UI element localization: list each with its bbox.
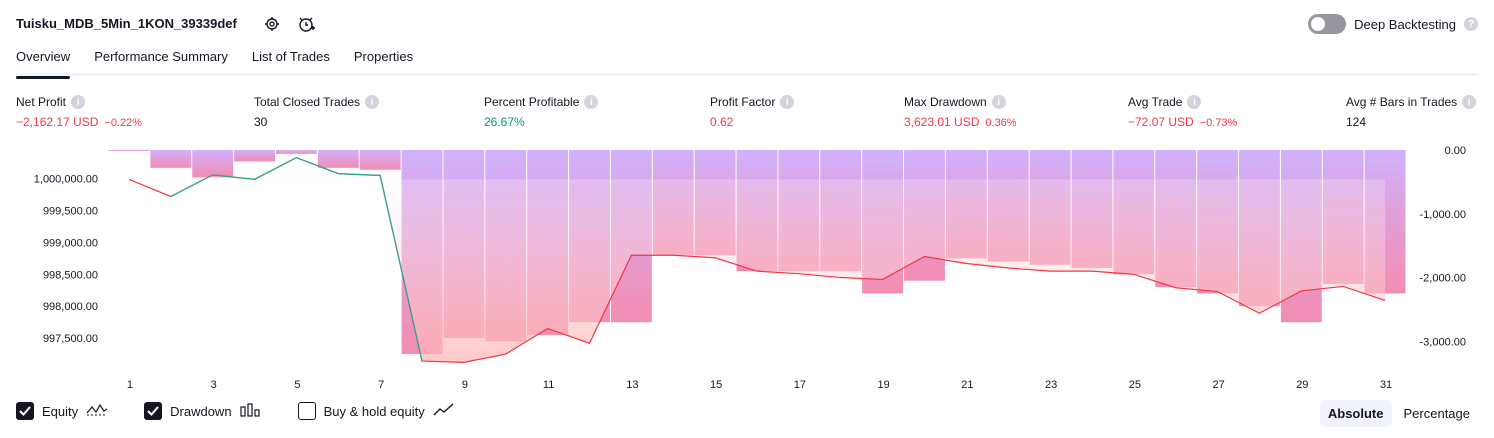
- equity-drawdown-chart: 1,000,000.00 999,500.00 999,000.00 998,500.…: [34, 145, 1466, 391]
- metric-subvalue: −0.73%: [1199, 117, 1238, 129]
- report-tabs: Overview Performance Summary List of Tra…: [16, 46, 1478, 79]
- deep-backtesting: Deep Backtesting ?: [1308, 14, 1478, 34]
- metric-value: 26.67%: [484, 115, 525, 129]
- x-axis-tick: 29: [1296, 379, 1308, 391]
- scale-mode-toggle: Absolute Percentage: [1319, 400, 1479, 427]
- equity-area: [128, 157, 1386, 363]
- info-icon[interactable]: i: [71, 95, 86, 109]
- tab-list-of-trades[interactable]: List of Trades: [252, 46, 330, 76]
- left-axis-tick: 997,500.00: [43, 333, 98, 345]
- x-axis-tick: 1: [127, 379, 133, 391]
- x-axis-tick: 3: [211, 379, 217, 391]
- metric-value: 3,623.01 USD: [904, 115, 980, 129]
- metric-subvalue: 0.36%: [985, 117, 1017, 129]
- x-axis-tick: 11: [543, 379, 554, 391]
- metric-1: Total Closed Trades i 30: [254, 94, 380, 129]
- x-axis-tick: 27: [1212, 379, 1224, 391]
- x-axis-tick: 17: [794, 379, 806, 391]
- legend-drawdown[interactable]: Drawdown: [144, 402, 261, 420]
- drawdown-checkbox[interactable]: [144, 402, 163, 420]
- metric-label: Profit Factor: [710, 95, 776, 109]
- x-axis-tick: 7: [378, 379, 384, 391]
- settings-icon[interactable]: [262, 14, 282, 34]
- deep-backtesting-label: Deep Backtesting: [1354, 16, 1456, 32]
- left-axis-tick: 999,500.00: [43, 206, 98, 218]
- metric-label: Max Drawdown: [904, 95, 987, 109]
- right-axis-tick: -1,000.00: [1420, 209, 1466, 221]
- drawdown-bar: [150, 150, 192, 168]
- info-icon[interactable]: i: [1187, 95, 1202, 109]
- absolute-button[interactable]: Absolute: [1319, 400, 1392, 427]
- x-axis-tick: 31: [1380, 379, 1392, 391]
- x-axis-tick: 25: [1129, 379, 1141, 391]
- info-icon[interactable]: i: [991, 95, 1006, 109]
- right-axis-tick: -3,000.00: [1420, 336, 1466, 348]
- help-icon[interactable]: ?: [1464, 17, 1478, 31]
- info-icon[interactable]: i: [1462, 95, 1477, 109]
- tab-properties[interactable]: Properties: [354, 46, 413, 76]
- metric-value: −72.07 USD: [1128, 115, 1194, 129]
- legend-equity[interactable]: Equity: [16, 402, 108, 420]
- deep-backtesting-toggle[interactable]: [1308, 14, 1347, 34]
- x-axis-tick: 9: [462, 379, 468, 391]
- tab-performance-summary[interactable]: Performance Summary: [94, 46, 228, 76]
- equity-checkbox[interactable]: [16, 402, 34, 420]
- legend-buy-hold-label: Buy & hold equity: [323, 403, 425, 419]
- metric-label: Avg # Bars in Trades: [1346, 95, 1458, 109]
- x-axis-tick: 19: [877, 379, 889, 391]
- drawdown-bar: [234, 150, 275, 162]
- metric-6: Avg # Bars in Trades i 124: [1346, 94, 1477, 129]
- metric-label: Net Profit: [16, 95, 67, 109]
- info-icon[interactable]: i: [584, 95, 599, 109]
- left-axis-tick: 999,000.00: [43, 237, 98, 249]
- x-axis-tick: 13: [626, 379, 638, 391]
- metric-0: Net Profit i −2,162.17 USD −0.22%: [16, 94, 142, 129]
- x-axis-tick: 21: [961, 379, 973, 391]
- drawdown-bar: [359, 150, 401, 170]
- buy-hold-checkbox[interactable]: [297, 402, 316, 420]
- drawdown-bar: [275, 150, 317, 154]
- metric-2: Percent Profitable i 26.67%: [484, 94, 599, 129]
- metric-5: Avg Trade i −72.07 USD −0.73%: [1128, 94, 1237, 129]
- left-axis-tick: 998,000.00: [43, 301, 98, 313]
- chart-legend: Equity Drawdown Buy & hold equity: [16, 402, 455, 420]
- metric-label: Total Closed Trades: [254, 95, 361, 109]
- metric-value: 0.62: [710, 115, 734, 129]
- drawdown-bar: [317, 150, 359, 168]
- metric-3: Profit Factor i 0.62: [710, 94, 795, 129]
- metric-subvalue: −0.22%: [104, 117, 143, 129]
- drawdown-bars-icon: [239, 402, 262, 420]
- metric-label: Avg Trade: [1128, 95, 1183, 109]
- strategy-name: Tuisku_MDB_5Min_1KON_39339def: [16, 16, 237, 31]
- add-alert-icon[interactable]: [296, 14, 316, 34]
- right-axis-tick: 0.00: [1445, 145, 1466, 157]
- percentage-button[interactable]: Percentage: [1396, 400, 1479, 427]
- tab-overview[interactable]: Overview: [16, 46, 71, 79]
- x-axis-tick: 23: [1045, 379, 1057, 391]
- metric-label: Percent Profitable: [484, 95, 580, 109]
- equity-line-icon: [86, 403, 108, 420]
- buy-hold-line-icon: [433, 402, 455, 420]
- x-axis-tick: 5: [294, 379, 300, 391]
- legend-buy-hold[interactable]: Buy & hold equity: [297, 402, 455, 420]
- x-axis-tick: 15: [710, 379, 722, 391]
- metric-value: 124: [1346, 115, 1367, 129]
- drawdown-bar: [108, 150, 150, 151]
- legend-equity-label: Equity: [42, 403, 79, 419]
- metric-4: Max Drawdown i 3,623.01 USD 0.36%: [904, 94, 1017, 129]
- legend-drawdown-label: Drawdown: [170, 403, 232, 419]
- report-header: Tuisku_MDB_5Min_1KON_39339def Deep Backt…: [16, 10, 1478, 38]
- left-axis-tick: 1,000,000.00: [34, 174, 98, 186]
- info-icon[interactable]: i: [780, 95, 795, 109]
- metric-value: 30: [254, 115, 268, 129]
- info-icon[interactable]: i: [365, 95, 380, 109]
- left-axis-tick: 998,500.00: [43, 269, 98, 281]
- right-axis-tick: -2,000.00: [1420, 273, 1466, 285]
- drawdown-bar: [192, 150, 234, 178]
- metric-value: −2,162.17 USD: [16, 115, 99, 129]
